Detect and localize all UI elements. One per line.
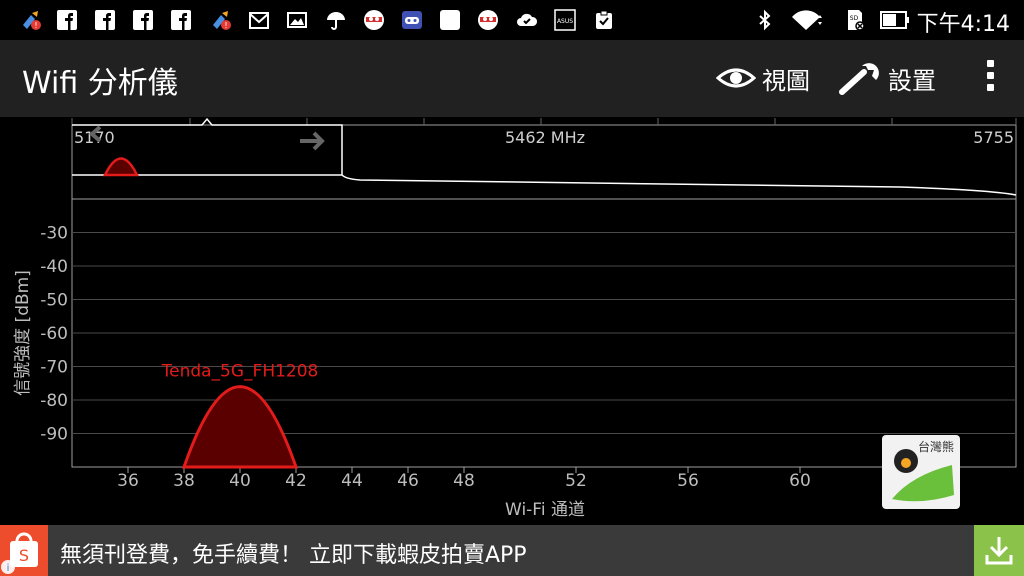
view-button[interactable]: 視圖 — [716, 60, 810, 96]
x-tick-label: 46 — [397, 471, 419, 491]
svg-text:S: S — [19, 546, 29, 565]
y-tick-label: -70 — [40, 358, 68, 378]
blank-app-icon — [440, 10, 460, 30]
battery-icon — [880, 11, 909, 29]
overview-freq-label: 5755 — [973, 128, 1014, 147]
y-tick-label: -40 — [40, 257, 68, 277]
game-face-icon — [364, 10, 384, 30]
cloud-check-icon — [517, 13, 538, 26]
channel-graph[interactable]: 5170 5462 MHz 5755 -30 -40 -50 -60 -70 -80 -90 36 3… — [0, 117, 1024, 525]
x-tick-label: 42 — [285, 471, 307, 491]
ad-banner[interactable]: Si 無須刊登費，免手續費！ 立即下載蝦皮拍賣APP — [0, 525, 1024, 576]
status-bar: ! ! ASUS SD 下午4:14 — [0, 0, 1024, 40]
wrench-icon — [839, 63, 879, 95]
svg-text:!: ! — [34, 21, 37, 30]
eye-icon — [716, 68, 756, 88]
x-tick-label: 56 — [677, 471, 699, 491]
channel-graph-svg: 5170 5462 MHz 5755-30-40-50-60-70-80-9036 3… — [13, 117, 1017, 520]
x-axis-label: Wi-Fi 通道 — [505, 500, 585, 520]
page-title: Wifi 分析儀 — [22, 66, 178, 101]
overview-zoom-line — [341, 174, 1017, 196]
svg-text:SD: SD — [850, 15, 859, 22]
facebook-icon — [95, 10, 115, 30]
ad-text[interactable]: 無須刊登費，免手續費！ 立即下載蝦皮拍賣APP — [60, 537, 527, 569]
bluetooth-icon — [759, 9, 771, 31]
facebook-icon — [57, 10, 77, 30]
x-tick-label: 40 — [229, 471, 251, 491]
svg-text:!: ! — [224, 21, 227, 30]
clipboard-check-icon — [596, 10, 612, 29]
svg-text:ASUS: ASUS — [557, 18, 573, 25]
signal-curve — [181, 385, 299, 469]
facebook-icon — [133, 10, 153, 30]
cleaner-alert-icon: ! — [213, 11, 231, 30]
watermark-logo: 台灣熊 — [882, 435, 960, 509]
sd-card-icon: SD — [848, 10, 865, 31]
y-tick-label: -50 — [40, 291, 68, 311]
settings-button-label: 設置 — [888, 66, 936, 95]
view-button-label: 視圖 — [762, 66, 810, 95]
x-tick-label: 44 — [341, 471, 363, 491]
y-tick-label: -80 — [40, 391, 68, 411]
game-face-icon — [478, 10, 498, 30]
svg-text:台灣熊: 台灣熊 — [918, 439, 954, 454]
x-tick-label: 38 — [173, 471, 195, 491]
x-tick-label: 52 — [565, 471, 587, 491]
umbrella-icon — [327, 12, 345, 30]
facebook-icon — [171, 10, 191, 30]
y-tick-label: -90 — [40, 425, 68, 445]
y-tick-label: -30 — [40, 224, 68, 244]
settings-button[interactable]: 設置 — [838, 60, 936, 96]
status-time: 下午4:14 — [916, 12, 1010, 37]
signal-label: Tenda_5G_FH1208 — [161, 362, 319, 382]
overflow-menu-icon[interactable] — [986, 60, 996, 96]
svg-text:i: i — [7, 563, 10, 574]
overview-right-arrow-icon — [300, 131, 325, 151]
x-tick-label: 48 — [453, 471, 475, 491]
asus-icon: ASUS — [554, 9, 576, 31]
action-bar: Wifi 分析儀 視圖 設置 — [0, 40, 1024, 117]
shopee-bag-icon: Si — [0, 525, 48, 576]
gamepad-icon — [402, 11, 422, 29]
x-tick-label: 36 — [117, 471, 139, 491]
cleaner-alert-icon: ! — [23, 11, 41, 30]
y-tick-label: -60 — [40, 324, 68, 344]
overview-freq-label: 5462 MHz — [505, 128, 585, 147]
y-axis-label: 信號強度 [dBm] — [13, 270, 33, 396]
gmail-icon — [249, 12, 269, 29]
x-tick-label: 60 — [789, 471, 811, 491]
photo-icon — [287, 12, 307, 28]
wifi-icon — [792, 10, 822, 30]
overview-signal — [103, 157, 139, 177]
download-icon[interactable] — [974, 525, 1024, 576]
